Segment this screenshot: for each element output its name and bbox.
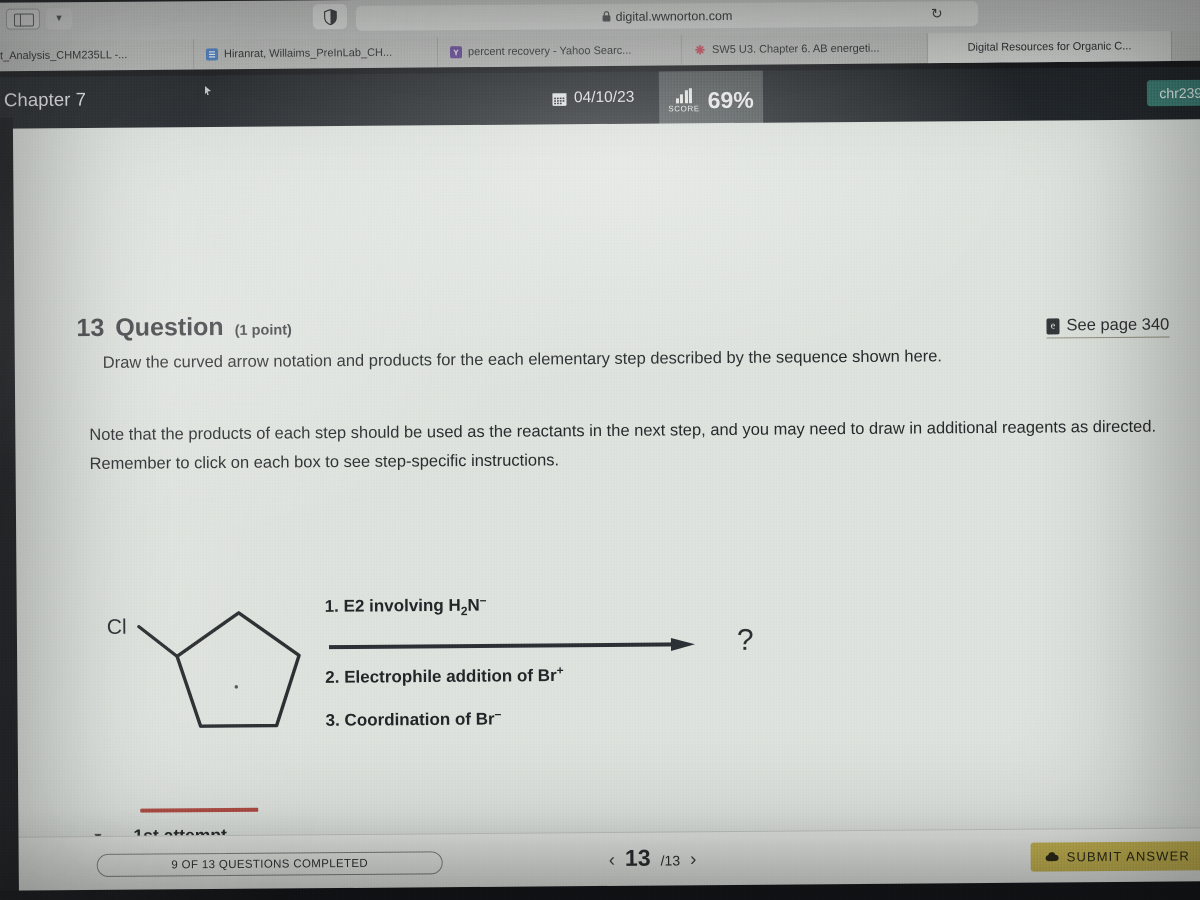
question-number: 13	[76, 313, 105, 343]
chevron-left-icon[interactable]: ‹	[609, 850, 616, 872]
yahoo-icon: Y	[449, 46, 463, 59]
browser-tab[interactable]: ☰ Hiranrat, Willaims_PreInLab_CH...	[193, 37, 439, 70]
browser-tab[interactable]: ❋ SW5 U3. Chapter 6. AB energeti...	[681, 33, 929, 66]
question-prompt: Draw the curved arrow notation and produ…	[102, 347, 943, 372]
question-content: 13 Question (1 point) Draw the curved ar…	[76, 305, 1181, 846]
page-title: Chapter 7	[3, 88, 87, 111]
attempt-indicator	[140, 807, 259, 813]
total-pages: /13	[660, 852, 681, 869]
tab-label: Hiranrat, Willaims_PreInLab_CH...	[223, 46, 393, 61]
reaction-step-1[interactable]: 1. E2 involving H2N–	[325, 593, 487, 619]
calendar-icon	[552, 92, 567, 106]
submit-answer-button[interactable]: SUBMIT ANSWER	[1030, 841, 1200, 872]
reaction-arrow-icon	[328, 637, 695, 651]
browser-tab-active[interactable]: Digital Resources for Organic C...	[927, 31, 1173, 64]
address-bar[interactable]: digital.wwnorton.com	[355, 1, 979, 31]
doc-icon: ☰	[205, 48, 219, 61]
chevron-down-icon[interactable]: ▾	[45, 8, 73, 30]
pagination: ‹ 13 /13 ›	[609, 844, 697, 872]
score-label: SCORE	[668, 103, 700, 113]
current-page: 13	[624, 844, 651, 871]
tab-label: Digital Resources for Organic C...	[967, 40, 1132, 54]
reaction-step-3[interactable]: 3. Coordination of Br–	[325, 707, 501, 731]
step-superscript: –	[494, 706, 502, 721]
reactant-structure[interactable]: Cl	[93, 592, 324, 734]
flower-icon: ❋	[694, 43, 706, 58]
score-value: 69%	[707, 86, 754, 113]
step-number: 3.	[325, 710, 340, 730]
question-header: 13 Question (1 point)	[76, 305, 1180, 343]
browser-tab[interactable]: Y percent recovery - Yahoo Searc...	[437, 35, 683, 68]
question-note: Note that the products of each step shou…	[89, 412, 1181, 478]
question-page: e See page 340 13 Question (1 point) Dra…	[0, 119, 1200, 900]
step-number: 1.	[324, 596, 339, 616]
shield-icon[interactable]	[312, 4, 348, 30]
product-placeholder[interactable]: ?	[737, 624, 754, 658]
chlorine-label: Cl	[106, 615, 127, 639]
tab-label: SW5 U3. Chapter 6. AB energeti...	[711, 42, 880, 57]
score-widget[interactable]: SCORE 69%	[658, 70, 764, 130]
step-tail: N	[467, 595, 480, 615]
step-number: 2.	[325, 667, 340, 687]
reaction-step-2[interactable]: 2. Electrophile addition of Br+	[325, 663, 564, 688]
reaction-scheme: Cl 1. E2 involving H2N– 2. Electrophile …	[79, 577, 1184, 766]
tab-label: t_Analysis_CHM235LL -...	[0, 49, 128, 63]
step-text: Electrophile addition of Br	[344, 666, 557, 687]
question-points: (1 point)	[234, 322, 292, 339]
question-label: Question	[115, 312, 224, 342]
chevron-right-icon[interactable]: ›	[690, 849, 697, 871]
reaction-steps: 1. E2 involving H2N– 2. Electrophile add…	[325, 581, 745, 730]
lock-icon	[602, 11, 611, 22]
step-text: E2 involving H	[343, 595, 461, 616]
due-date-text: 04/10/23	[573, 88, 635, 107]
step-text: Coordination of Br	[344, 709, 495, 730]
step-superscript: +	[556, 663, 564, 678]
address-bar-url: digital.wwnorton.com	[615, 8, 733, 24]
upload-cloud-icon	[1045, 852, 1059, 862]
reload-icon[interactable]: ↻	[931, 5, 943, 22]
step-superscript: –	[479, 592, 487, 607]
browser-tab[interactable]: t_Analysis_CHM235LL -...	[0, 39, 195, 72]
screen-photo: ▾ digital.wwnorton.com ↻ t_Analysis_CHM2…	[0, 0, 1200, 900]
sidebar-toggle-icon[interactable]	[5, 8, 41, 30]
progress-indicator[interactable]: 9 OF 13 QUESTIONS COMPLETED	[96, 851, 443, 877]
user-badge[interactable]: chr2390	[1147, 79, 1200, 107]
cyclopentane-ring-icon	[137, 611, 301, 728]
submit-answer-label: SUBMIT ANSWER	[1066, 848, 1190, 865]
bar-chart-icon: SCORE	[668, 87, 700, 113]
due-date: 04/10/23	[552, 89, 634, 108]
tab-label: percent recovery - Yahoo Searc...	[467, 44, 632, 59]
